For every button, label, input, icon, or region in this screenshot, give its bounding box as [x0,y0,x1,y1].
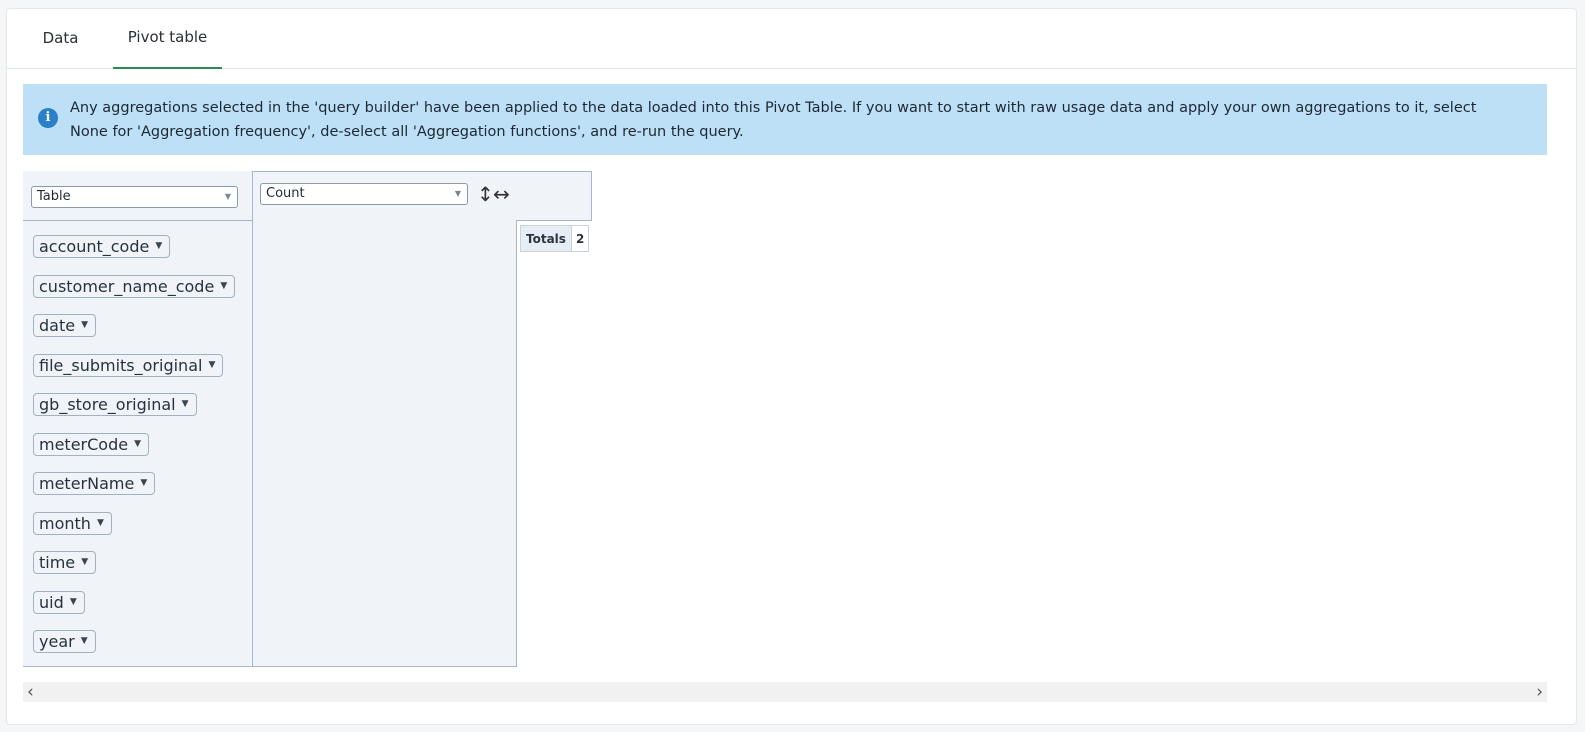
triangle-down-icon[interactable]: ▼ [209,355,216,376]
triangle-down-icon[interactable]: ▼ [70,592,77,613]
info-icon: i [38,108,58,128]
totals-value: 2 [570,225,590,252]
pivot-card: Data table Pivot table i Any aggregation… [6,8,1577,725]
renderer-cell: Table ▼ [23,171,252,221]
attribute-label: meterCode [39,435,129,454]
attribute-label: meterName [39,474,135,493]
tab-data-table[interactable]: Data table [22,9,99,105]
tab-pivot-table[interactable]: Pivot table [113,9,222,69]
renderer-value: Table [37,189,71,204]
attribute-label: time [39,553,76,572]
attribute-pill[interactable]: account_code ▼ [33,235,171,258]
horizontal-scrollbar[interactable]: ‹ › [23,682,1547,702]
triangle-down-icon[interactable]: ▼ [134,434,141,455]
chevron-left-icon[interactable]: ‹ [27,682,34,702]
attribute-label: file_submits_original [39,356,203,375]
aggregator-cell: Count ▼ ↕ ↔ [252,171,517,221]
triangle-down-icon[interactable]: ▼ [140,473,147,494]
totals-label: Totals [520,225,572,252]
col-order-button[interactable]: ↔ [493,180,510,208]
triangle-down-icon[interactable]: ▼ [81,631,88,652]
triangle-down-icon[interactable]: ▼ [220,276,227,297]
attribute-label: date [39,316,76,335]
triangle-down-icon[interactable]: ▼ [97,513,104,534]
aggregator-value: Count [266,186,305,201]
attribute-pill[interactable]: year ▼ [33,630,96,653]
totals-row: Totals 2 [520,225,590,252]
pivot-output-table: Totals 2 [520,225,590,252]
attribute-label: customer_name_code [39,277,215,296]
attribute-pill[interactable]: gb_store_original ▼ [33,393,197,416]
attribute-pill[interactable]: customer_name_code ▼ [33,275,236,298]
triangle-down-icon[interactable]: ▼ [81,552,88,573]
info-banner: i Any aggregations selected in the 'quer… [23,84,1547,155]
unused-attributes-area[interactable]: account_code ▼ customer_name_code ▼ date ▼ … [23,221,252,667]
attribute-label: month [39,514,91,533]
triangle-down-icon[interactable]: ▼ [81,315,88,336]
attribute-pill[interactable]: date ▼ [33,314,97,337]
attribute-pill[interactable]: time ▼ [33,551,97,574]
aggregator-select[interactable]: Count ▼ [260,183,468,205]
attribute-label: uid [39,593,64,612]
chevron-down-icon: ▼ [224,192,231,201]
attribute-label: account_code [39,237,150,256]
row-order-button[interactable]: ↕ [477,180,494,208]
attribute-pill[interactable]: meterName ▼ [33,472,156,495]
tab-bar: Data table Pivot table [7,9,1576,105]
column-drop-area[interactable] [516,171,592,221]
attribute-pill[interactable]: meterCode ▼ [33,433,150,456]
renderer-select[interactable]: Table ▼ [31,186,238,208]
info-text: Any aggregations selected in the 'query … [70,100,1477,140]
attribute-label: year [39,632,75,651]
attribute-pill[interactable]: file_submits_original ▼ [33,354,224,377]
attribute-label: gb_store_original [39,395,176,414]
attribute-pill[interactable]: month ▼ [33,512,112,535]
chevron-right-icon[interactable]: › [1536,682,1543,702]
row-drop-area[interactable] [252,220,517,667]
chevron-down-icon: ▼ [454,189,461,198]
triangle-down-icon[interactable]: ▼ [182,394,189,415]
triangle-down-icon[interactable]: ▼ [155,236,162,257]
attribute-pill[interactable]: uid ▼ [33,591,85,614]
